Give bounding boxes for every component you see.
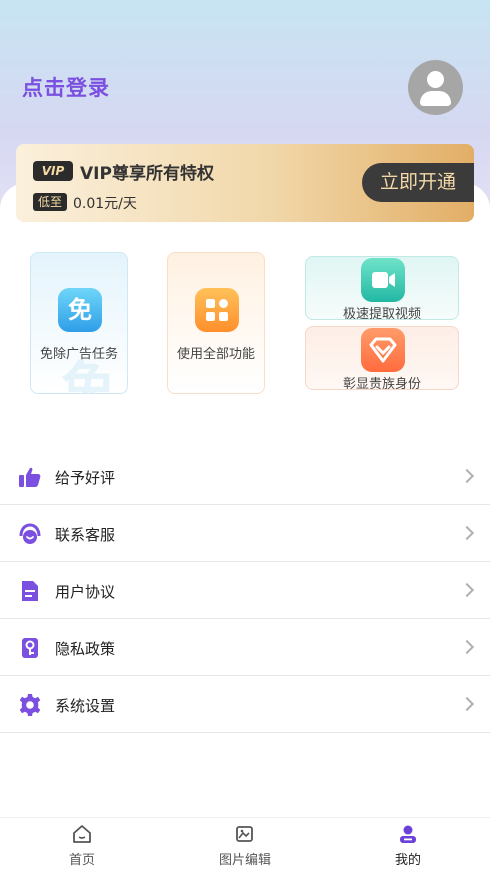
chevron-right-icon — [459, 639, 475, 655]
menu-item-rate[interactable]: 给予好评 — [0, 448, 490, 505]
feature-all-functions[interactable]: 使用全部功能 — [167, 252, 265, 394]
thumbs-up-icon — [19, 467, 41, 487]
menu-item-privacy[interactable]: 隐私政策 — [0, 619, 490, 676]
menu-label-privacy: 隐私政策 — [55, 640, 116, 658]
document-icon — [22, 581, 38, 601]
feature-extract-video[interactable]: 极速提取视频 — [305, 256, 459, 320]
chevron-right-icon — [459, 525, 475, 541]
chevron-right-icon — [459, 696, 475, 712]
profile-icon — [400, 825, 416, 843]
user-avatar-icon[interactable] — [408, 60, 463, 115]
chevron-right-icon — [459, 582, 475, 598]
menu-label-agreement: 用户协议 — [55, 583, 116, 601]
tab-image-edit-label: 图片编辑 — [218, 853, 271, 868]
feature-extract-video-label: 极速提取视频 — [342, 307, 421, 320]
menu-item-support[interactable]: 联系客服 — [0, 505, 490, 562]
tab-mine-label: 我的 — [394, 853, 421, 868]
vip-banner[interactable]: VIP VIP尊享所有特权 低至 0.01元/天 立即开通 — [16, 144, 474, 222]
open-vip-button[interactable]: 立即开通 — [362, 163, 474, 202]
menu-label-support: 联系客服 — [55, 526, 116, 544]
feature-all-functions-label: 使用全部功能 — [176, 347, 255, 362]
privacy-lock-icon — [22, 638, 38, 658]
low-price-badge: 低至 — [33, 193, 67, 211]
feature-noble-identity-label: 彰显贵族身份 — [342, 377, 421, 390]
login-link[interactable]: 点击登录 — [22, 72, 110, 102]
feature-remove-ads-label: 免除广告任务 — [39, 347, 118, 362]
menu-label-rate: 给予好评 — [55, 469, 116, 487]
free-icon: 免 — [58, 288, 102, 332]
menu-label-settings: 系统设置 — [55, 697, 116, 715]
diamond-icon — [361, 328, 405, 372]
settings-menu: 给予好评 联系客服 用户协议 隐私政策 系统设置 — [0, 448, 490, 733]
vip-price: 0.01元/天 — [73, 196, 137, 212]
tab-mine[interactable]: 我的 — [358, 818, 458, 871]
feature-noble-identity[interactable]: 彰显贵族身份 — [305, 326, 459, 390]
menu-item-agreement[interactable]: 用户协议 — [0, 562, 490, 619]
bottom-tab-bar: 首页 图片编辑 我的 — [0, 817, 490, 871]
vip-badge: VIP — [33, 161, 73, 181]
vip-title: VIP尊享所有特权 — [80, 164, 214, 184]
menu-item-settings[interactable]: 系统设置 — [0, 676, 490, 733]
tab-home-label: 首页 — [68, 853, 95, 868]
image-edit-icon — [236, 826, 253, 842]
home-icon — [73, 825, 91, 843]
video-camera-icon — [361, 258, 405, 302]
chevron-right-icon — [459, 468, 475, 484]
grid-apps-icon — [195, 288, 239, 332]
avatar-body-shape — [420, 91, 451, 106]
tab-home[interactable]: 首页 — [32, 818, 132, 871]
gear-icon — [19, 694, 41, 716]
tab-image-edit[interactable]: 图片编辑 — [195, 818, 295, 871]
feature-remove-ads[interactable]: 免 免 免除广告任务 — [30, 252, 128, 394]
avatar-head-shape — [427, 71, 444, 88]
headset-icon — [19, 523, 41, 544]
